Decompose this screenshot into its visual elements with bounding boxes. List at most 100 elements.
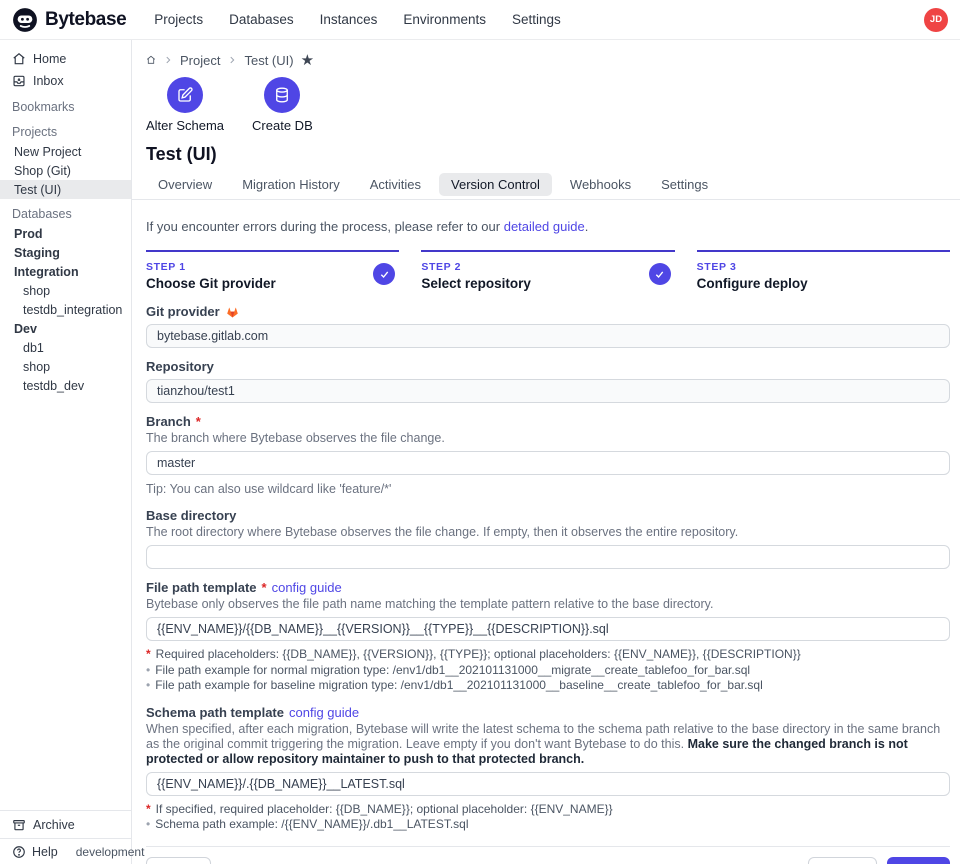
step-2-check-icon bbox=[649, 263, 671, 285]
sidebar-env-prod[interactable]: Prod bbox=[0, 224, 131, 243]
nav-instances[interactable]: Instances bbox=[320, 12, 378, 27]
step-3-title: Configure deploy bbox=[697, 276, 950, 293]
step-1: STEP 1 Choose Git provider bbox=[146, 250, 399, 293]
step-2: STEP 2 Select repository bbox=[421, 250, 674, 293]
base-directory-input[interactable] bbox=[146, 545, 950, 569]
sidebar-db-shop-dev[interactable]: shop bbox=[0, 357, 131, 376]
step-indicator: STEP 1 Choose Git provider STEP 2 Select… bbox=[146, 250, 950, 293]
sidebar-item-shop-git[interactable]: Shop (Git) bbox=[0, 161, 131, 180]
tab-bar: Overview Migration History Activities Ve… bbox=[146, 173, 950, 196]
schema-path-template-field: Schema path template config guide When s… bbox=[146, 705, 950, 833]
create-db-button[interactable]: Create DB bbox=[252, 77, 313, 133]
step-3-eyebrow: STEP 3 bbox=[697, 261, 950, 274]
sidebar-header-projects[interactable]: Projects bbox=[0, 122, 131, 142]
main-content: Project Test (UI) ★ Alter Schema Create … bbox=[132, 40, 960, 864]
tab-webhooks[interactable]: Webhooks bbox=[558, 173, 643, 196]
base-directory-field: Base directory The root directory where … bbox=[146, 508, 950, 569]
breadcrumb-home-icon[interactable] bbox=[146, 55, 156, 65]
archive-icon bbox=[12, 818, 26, 832]
nav-environments[interactable]: Environments bbox=[403, 12, 486, 27]
sidebar-env-integration[interactable]: Integration bbox=[0, 262, 131, 281]
file-path-bullets: *Required placeholders: {{DB_NAME}}, {{V… bbox=[146, 647, 950, 694]
step-1-title: Choose Git provider bbox=[146, 276, 399, 293]
create-db-label: Create DB bbox=[252, 118, 313, 133]
database-icon bbox=[273, 86, 291, 104]
file-path-template-field: File path template* config guide Bytebas… bbox=[146, 580, 950, 694]
sidebar-env-staging[interactable]: Staging bbox=[0, 243, 131, 262]
left-sidebar: Home Inbox Bookmarks Projects New Projec… bbox=[0, 40, 132, 864]
schema-path-config-guide-link[interactable]: config guide bbox=[289, 705, 359, 720]
git-provider-input[interactable] bbox=[146, 324, 950, 348]
sidebar-header-databases[interactable]: Databases bbox=[0, 204, 131, 224]
page-title: Test (UI) bbox=[146, 144, 950, 166]
bullet-item: •Schema path example: /{{ENV_NAME}}/.db1… bbox=[146, 817, 950, 833]
back-button[interactable]: Back bbox=[808, 857, 877, 864]
git-provider-label: Git provider bbox=[146, 304, 220, 319]
bullet-item: •File path example for baseline migratio… bbox=[146, 678, 950, 694]
bytebase-logo[interactable]: Bytebase bbox=[12, 7, 126, 33]
branch-tip: Tip: You can also use wildcard like 'fea… bbox=[146, 482, 950, 497]
tab-migration-history[interactable]: Migration History bbox=[230, 173, 352, 196]
gitlab-icon bbox=[225, 305, 240, 319]
breadcrumb-project[interactable]: Project bbox=[180, 53, 220, 68]
user-avatar[interactable]: JD bbox=[924, 8, 948, 32]
help-button[interactable]: Help bbox=[12, 845, 58, 859]
repository-input[interactable] bbox=[146, 379, 950, 403]
git-provider-field: Git provider bbox=[146, 304, 950, 348]
step-3: STEP 3 Configure deploy bbox=[697, 250, 950, 293]
sidebar-help-row: Help development bbox=[0, 838, 131, 864]
sidebar-item-label: Inbox bbox=[33, 74, 64, 88]
tab-activities[interactable]: Activities bbox=[358, 173, 433, 196]
nav-databases[interactable]: Databases bbox=[229, 12, 294, 27]
chevron-right-icon bbox=[163, 55, 173, 65]
sidebar-item-inbox[interactable]: Inbox bbox=[0, 70, 131, 92]
nav-projects[interactable]: Projects bbox=[154, 12, 203, 27]
branch-input[interactable] bbox=[146, 451, 950, 475]
schema-path-template-label: Schema path template bbox=[146, 705, 284, 720]
repository-label: Repository bbox=[146, 359, 214, 374]
alter-schema-button[interactable]: Alter Schema bbox=[146, 77, 224, 133]
tab-settings[interactable]: Settings bbox=[649, 173, 720, 196]
bytebase-logo-icon bbox=[12, 7, 38, 33]
sidebar-env-dev[interactable]: Dev bbox=[0, 319, 131, 338]
file-path-template-desc: Bytebase only observes the file path nam… bbox=[146, 597, 950, 612]
sidebar-db-shop-integration[interactable]: shop bbox=[0, 281, 131, 300]
cancel-button[interactable]: Cancel bbox=[146, 857, 211, 864]
alter-schema-label: Alter Schema bbox=[146, 118, 224, 133]
sidebar-db-db1[interactable]: db1 bbox=[0, 338, 131, 357]
nav-settings[interactable]: Settings bbox=[512, 12, 561, 27]
detailed-guide-link[interactable]: detailed guide bbox=[504, 219, 585, 234]
breadcrumb-current[interactable]: Test (UI) bbox=[244, 53, 293, 68]
sidebar-db-testdb-integration[interactable]: testdb_integration bbox=[0, 300, 131, 319]
step-1-eyebrow: STEP 1 bbox=[146, 261, 399, 274]
top-navbar: Bytebase Projects Databases Instances En… bbox=[0, 0, 960, 40]
required-asterisk: * bbox=[196, 414, 201, 429]
branch-label: Branch bbox=[146, 414, 191, 429]
inbox-icon bbox=[12, 74, 26, 88]
sidebar-db-testdb-dev[interactable]: testdb_dev bbox=[0, 376, 131, 395]
sidebar-item-new-project[interactable]: New Project bbox=[0, 142, 131, 161]
sidebar-header-bookmarks[interactable]: Bookmarks bbox=[0, 97, 131, 117]
error-notice: If you encounter errors during the proce… bbox=[146, 219, 950, 235]
tab-version-control[interactable]: Version Control bbox=[439, 173, 552, 196]
home-icon bbox=[12, 52, 26, 66]
notice-text: If you encounter errors during the proce… bbox=[146, 219, 500, 234]
bullet-item: *If specified, required placeholder: {{D… bbox=[146, 802, 950, 818]
tab-overview[interactable]: Overview bbox=[146, 173, 224, 196]
git-provider-label-row: Git provider bbox=[146, 304, 950, 319]
file-path-template-input[interactable] bbox=[146, 617, 950, 641]
sidebar-item-label: Archive bbox=[33, 818, 75, 832]
bullet-item: *Required placeholders: {{DB_NAME}}, {{V… bbox=[146, 647, 950, 663]
file-path-config-guide-link[interactable]: config guide bbox=[272, 580, 342, 595]
help-label: Help bbox=[32, 845, 58, 859]
sidebar-item-test-ui[interactable]: Test (UI) bbox=[0, 180, 131, 199]
schema-path-template-input[interactable] bbox=[146, 772, 950, 796]
bookmark-star-icon[interactable]: ★ bbox=[301, 53, 314, 68]
sidebar-item-archive[interactable]: Archive bbox=[0, 811, 131, 838]
sidebar-item-home[interactable]: Home bbox=[0, 48, 131, 70]
tabs-divider bbox=[132, 199, 960, 200]
finish-button[interactable]: Finish bbox=[887, 857, 950, 864]
help-icon bbox=[12, 845, 26, 859]
main-nav: Projects Databases Instances Environment… bbox=[154, 12, 560, 27]
quick-actions: Alter Schema Create DB bbox=[146, 77, 950, 133]
